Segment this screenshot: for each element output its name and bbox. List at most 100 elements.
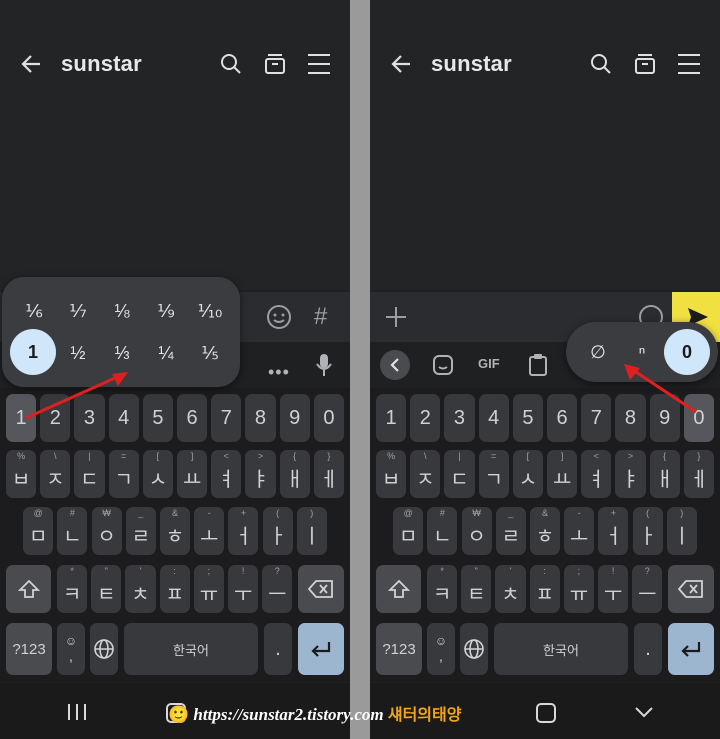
back-arrow-icon[interactable] [18, 50, 46, 78]
letter-key[interactable]: \ ㅈ [40, 450, 71, 498]
symbols-key[interactable]: ?123 [6, 623, 52, 675]
letter-key[interactable]: + ㅓ [598, 507, 629, 555]
period-key[interactable]: . [634, 623, 662, 675]
backspace-key[interactable] [668, 565, 714, 613]
letter-key[interactable]: = ㄱ [108, 450, 139, 498]
backspace-key[interactable] [298, 565, 344, 613]
drawer-icon[interactable] [263, 52, 287, 76]
search-icon[interactable] [219, 52, 243, 76]
number-key[interactable]: 7 [211, 394, 242, 442]
number-key[interactable]: 4 [478, 394, 509, 442]
letter-key[interactable]: ? ㅡ [632, 565, 663, 613]
letter-key[interactable]: > ㅑ [615, 450, 646, 498]
number-key[interactable]: 6 [547, 394, 578, 442]
number-key[interactable]: 7 [581, 394, 612, 442]
home-icon[interactable] [536, 703, 556, 723]
letter-key[interactable]: ? ㅡ [262, 565, 293, 613]
letter-key[interactable]: ' ㅊ [125, 565, 156, 613]
number-key[interactable]: 0 [313, 394, 344, 442]
collapse-toolbar-button[interactable] [380, 350, 410, 380]
letter-key[interactable]: ] ㅛ [547, 450, 578, 498]
letter-key[interactable]: ₩ ㅇ [461, 507, 492, 555]
letter-key[interactable]: [ㅅ [512, 450, 543, 498]
letter-key[interactable]: & ㅎ [529, 507, 561, 555]
fraction-option[interactable]: ⅓ [104, 343, 140, 364]
number-key[interactable]: 2 [410, 394, 441, 442]
letter-key[interactable]: < ㅕ [581, 450, 612, 498]
emoji-comma-key[interactable]: ☺, [427, 623, 455, 675]
period-key[interactable]: . [264, 623, 292, 675]
number-key[interactable]: 8 [245, 394, 276, 442]
shift-key[interactable] [376, 565, 421, 613]
letter-key[interactable]: _ ㄹ [125, 507, 156, 555]
letter-key[interactable]: + ㅓ [228, 507, 259, 555]
number-key[interactable]: 1 [376, 394, 407, 442]
back-nav-icon[interactable] [634, 705, 654, 719]
drawer-icon[interactable] [633, 52, 657, 76]
space-key[interactable]: 한국어 [494, 623, 628, 675]
letter-key[interactable]: < ㅕ [211, 450, 242, 498]
hashtag-button[interactable]: # [314, 303, 327, 331]
enter-key[interactable] [668, 623, 714, 675]
number-key[interactable]: 5 [142, 394, 173, 442]
search-icon[interactable] [589, 52, 613, 76]
fraction-option[interactable]: ⅑ [148, 301, 184, 322]
fraction-option[interactable]: ½ [60, 343, 96, 364]
letter-key[interactable]: | ㄷ [444, 450, 475, 498]
letter-key[interactable]: ) ㅣ [666, 507, 697, 555]
letter-key[interactable]: @ ㅁ [23, 507, 54, 555]
more-icon[interactable]: ••• [268, 362, 290, 383]
number-key[interactable]: 5 [512, 394, 543, 442]
back-arrow-icon[interactable] [388, 50, 416, 78]
letter-key[interactable]: ! ㅜ [228, 565, 259, 613]
symbol-option[interactable]: ∅ [580, 342, 616, 363]
letter-key[interactable]: -ㅗ [194, 507, 225, 555]
language-key[interactable] [90, 623, 118, 675]
letter-key[interactable]: " ㅌ [461, 565, 492, 613]
fraction-option[interactable]: ⅙ [16, 301, 52, 322]
letter-key[interactable]: :ㅍ [159, 565, 190, 613]
letter-key[interactable]: ) ㅣ [296, 507, 327, 555]
emoji-comma-key[interactable]: ☺, [57, 623, 85, 675]
language-key[interactable] [460, 623, 488, 675]
letter-key[interactable]: _ ㄹ [495, 507, 526, 555]
letter-key[interactable]: | ㄷ [74, 450, 105, 498]
plus-icon[interactable] [384, 305, 408, 329]
letter-key[interactable]: (ㅏ [632, 507, 663, 555]
letter-key[interactable]: = ㄱ [478, 450, 509, 498]
letter-key[interactable]: * ㅋ [427, 565, 458, 613]
menu-icon[interactable] [307, 53, 331, 75]
letter-key[interactable]: % ㅂ [6, 450, 37, 498]
letter-key[interactable]: ₩ ㅇ [91, 507, 122, 555]
menu-icon[interactable] [677, 53, 701, 75]
letter-key[interactable]: (ㅏ [262, 507, 293, 555]
emoji-icon[interactable] [266, 304, 292, 330]
letter-key[interactable]: {ㅐ [649, 450, 680, 498]
symbols-key[interactable]: ?123 [376, 623, 422, 675]
letter-key[interactable]: {ㅐ [279, 450, 310, 498]
letter-key[interactable]: " ㅌ [91, 565, 122, 613]
enter-key[interactable] [298, 623, 344, 675]
letter-key[interactable]: ' ㅊ [495, 565, 526, 613]
letter-key[interactable]: % ㅂ [376, 450, 407, 498]
letter-key[interactable]: # ㄴ [57, 507, 88, 555]
letter-key[interactable]: * ㅋ [57, 565, 88, 613]
space-key[interactable]: 한국어 [124, 623, 258, 675]
letter-key[interactable]: ! ㅜ [598, 565, 629, 613]
letter-key[interactable]: @ ㅁ [393, 507, 424, 555]
letter-key[interactable]: } ㅔ [683, 450, 714, 498]
fraction-option[interactable]: ⅐ [60, 301, 96, 322]
mic-icon[interactable] [314, 352, 334, 378]
fraction-option[interactable]: ⅛ [104, 301, 140, 322]
letter-key[interactable]: -ㅗ [564, 507, 595, 555]
number-key[interactable]: 3 [444, 394, 475, 442]
letter-key[interactable]: [ㅅ [142, 450, 173, 498]
letter-key[interactable]: ; ㅠ [193, 565, 224, 613]
sticker-icon[interactable] [432, 354, 454, 376]
number-key[interactable]: 6 [177, 394, 208, 442]
letter-key[interactable]: } ㅔ [313, 450, 344, 498]
letter-key[interactable]: \ ㅈ [410, 450, 441, 498]
number-key[interactable]: 9 [279, 394, 310, 442]
gif-button[interactable]: GIF [478, 356, 500, 371]
recent-apps-icon[interactable] [66, 703, 88, 721]
